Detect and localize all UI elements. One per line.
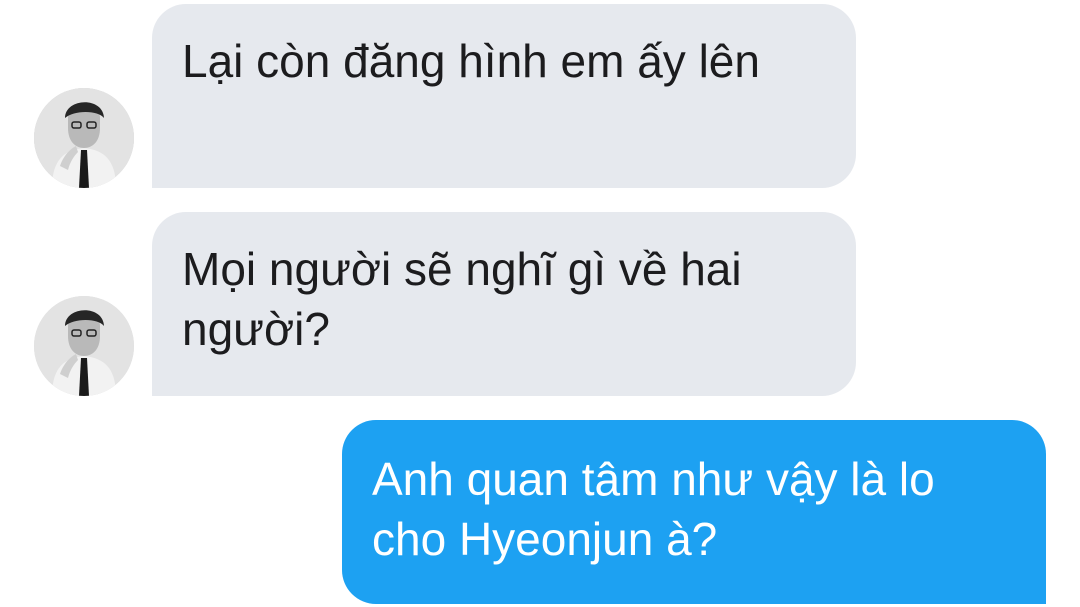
message-text: Mọi người sẽ nghĩ gì về hai người? xyxy=(182,243,742,355)
user-avatar-icon xyxy=(34,88,134,188)
message-bubble[interactable]: Lại còn đăng hình em ấy lên xyxy=(152,4,856,188)
message-row-outgoing: Anh quan tâm như vậy là lo cho Hyeonjun … xyxy=(0,410,1080,607)
avatar[interactable] xyxy=(34,296,134,396)
user-avatar-icon xyxy=(34,296,134,396)
message-row-incoming: Lại còn đăng hình em ấy lên xyxy=(0,0,1080,200)
message-text: Lại còn đăng hình em ấy lên xyxy=(182,35,760,87)
avatar[interactable] xyxy=(34,88,134,188)
message-row-incoming: Mọi người sẽ nghĩ gì về hai người? xyxy=(0,200,1080,400)
message-bubble[interactable]: Anh quan tâm như vậy là lo cho Hyeonjun … xyxy=(342,420,1046,604)
message-text: Anh quan tâm như vậy là lo cho Hyeonjun … xyxy=(372,453,935,565)
message-bubble[interactable]: Mọi người sẽ nghĩ gì về hai người? xyxy=(152,212,856,396)
